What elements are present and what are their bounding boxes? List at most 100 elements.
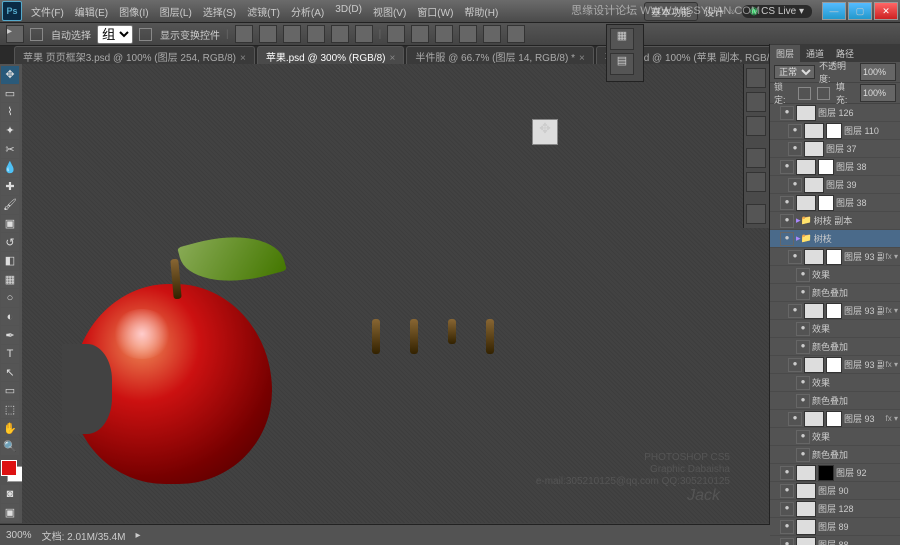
layer-row[interactable]: ●图层 88 bbox=[770, 536, 900, 545]
swatches-panel-icon[interactable] bbox=[746, 92, 766, 112]
visibility-icon[interactable]: ● bbox=[780, 106, 794, 120]
blend-mode-select[interactable]: 正常 bbox=[774, 65, 815, 79]
canvas-area[interactable]: ✥ PHOTOSHOP CS5 Graphic Dabaisha e-mail:… bbox=[22, 64, 770, 523]
floating-palette[interactable]: ▦ ▤ bbox=[606, 24, 644, 82]
fx-badge[interactable]: fx ▾ bbox=[886, 306, 898, 315]
menu-analysis[interactable]: 分析(A) bbox=[286, 2, 329, 21]
close-tab-icon[interactable]: × bbox=[240, 53, 246, 64]
layer-row[interactable]: ●图层 39 bbox=[770, 176, 900, 194]
close-tab-icon[interactable]: × bbox=[389, 53, 395, 64]
status-arrow-icon[interactable]: ▸ bbox=[136, 530, 141, 541]
layer-row[interactable]: ●颜色叠加 bbox=[770, 338, 900, 356]
align-icon[interactable] bbox=[307, 25, 325, 43]
close-tab-icon[interactable]: × bbox=[579, 53, 585, 64]
menu-select[interactable]: 选择(S) bbox=[198, 2, 241, 21]
align-icon[interactable] bbox=[331, 25, 349, 43]
menu-view[interactable]: 视图(V) bbox=[368, 2, 411, 21]
layer-row[interactable]: ●图层 93 副本fx ▾ bbox=[770, 356, 900, 374]
document-tab[interactable]: 苹果.psd @ 300% (RGB/8)× bbox=[257, 46, 404, 66]
layer-row[interactable]: ●图层 93 副本 3fx ▾ bbox=[770, 248, 900, 266]
visibility-icon[interactable]: ● bbox=[780, 232, 794, 246]
eyedropper-tool[interactable]: 💧 bbox=[1, 159, 19, 177]
visibility-icon[interactable]: ● bbox=[780, 466, 794, 480]
crop-tool[interactable]: ✂ bbox=[1, 140, 19, 158]
menu-layer[interactable]: 图层(L) bbox=[155, 2, 197, 21]
menu-file[interactable]: 文件(F) bbox=[26, 2, 69, 21]
stamp-tool[interactable]: ▣ bbox=[1, 215, 19, 233]
quickmask-tool[interactable]: ◙ bbox=[1, 485, 19, 503]
visibility-icon[interactable]: ● bbox=[780, 538, 794, 545]
layer-row[interactable]: ●效果 bbox=[770, 374, 900, 392]
visibility-icon[interactable]: ● bbox=[796, 268, 810, 282]
gradient-tool[interactable]: ▦ bbox=[1, 271, 19, 289]
visibility-icon[interactable]: ● bbox=[788, 304, 802, 318]
document-tab[interactable]: 苹果 页页框架3.psd @ 100% (图层 254, RGB/8)× bbox=[14, 46, 255, 66]
menu-image[interactable]: 图像(I) bbox=[114, 2, 153, 21]
history-panel-icon[interactable] bbox=[746, 204, 766, 224]
layer-row[interactable]: ●图层 37 bbox=[770, 140, 900, 158]
menu-edit[interactable]: 编辑(E) bbox=[70, 2, 113, 21]
layer-row[interactable]: ●图层 38 bbox=[770, 194, 900, 212]
zoom-tool[interactable]: 🔍 bbox=[1, 438, 19, 456]
palette-icon[interactable]: ▦ bbox=[610, 28, 634, 50]
visibility-icon[interactable]: ● bbox=[796, 286, 810, 300]
wand-tool[interactable]: ✦ bbox=[1, 122, 19, 140]
align-icon[interactable] bbox=[355, 25, 373, 43]
opacity-input[interactable] bbox=[860, 63, 896, 81]
masks-panel-icon[interactable] bbox=[746, 172, 766, 192]
layer-row[interactable]: ●▸📁树枝 副本 bbox=[770, 212, 900, 230]
dodge-tool[interactable]: ◐ bbox=[1, 308, 19, 326]
visibility-icon[interactable]: ● bbox=[796, 430, 810, 444]
zoom-level[interactable]: 300% bbox=[6, 530, 32, 541]
distribute-icon[interactable] bbox=[507, 25, 525, 43]
close-button[interactable]: ✕ bbox=[874, 2, 898, 20]
align-icon[interactable] bbox=[283, 25, 301, 43]
layer-row[interactable]: ●图层 93 副本 2fx ▾ bbox=[770, 302, 900, 320]
fx-badge[interactable]: fx ▾ bbox=[886, 252, 898, 261]
visibility-icon[interactable]: ● bbox=[780, 196, 794, 210]
blur-tool[interactable]: ○ bbox=[1, 289, 19, 307]
menu-filter[interactable]: 滤镜(T) bbox=[242, 2, 285, 21]
fill-input[interactable] bbox=[860, 84, 896, 102]
layer-row[interactable]: ●图层 38 bbox=[770, 158, 900, 176]
visibility-icon[interactable]: ● bbox=[788, 358, 802, 372]
menu-window[interactable]: 窗口(W) bbox=[412, 2, 458, 21]
layer-row[interactable]: ●图层 126 bbox=[770, 104, 900, 122]
visibility-icon[interactable]: ● bbox=[788, 178, 802, 192]
visibility-icon[interactable]: ● bbox=[796, 448, 810, 462]
fx-badge[interactable]: fx ▾ bbox=[886, 360, 898, 369]
mini-brush-panel[interactable]: ✥ bbox=[532, 119, 558, 145]
visibility-icon[interactable]: ● bbox=[796, 376, 810, 390]
styles-panel-icon[interactable] bbox=[746, 116, 766, 136]
distribute-icon[interactable] bbox=[483, 25, 501, 43]
menu-help[interactable]: 帮助(H) bbox=[459, 2, 503, 21]
distribute-icon[interactable] bbox=[459, 25, 477, 43]
visibility-icon[interactable]: ● bbox=[788, 250, 802, 264]
document-tab[interactable]: 半件服 @ 66.7% (图层 14, RGB/8) *× bbox=[406, 46, 593, 66]
color-panel-icon[interactable] bbox=[746, 68, 766, 88]
color-swatches[interactable] bbox=[1, 460, 21, 483]
visibility-icon[interactable]: ● bbox=[788, 124, 802, 138]
show-transform-checkbox[interactable] bbox=[139, 28, 152, 41]
fx-badge[interactable]: fx ▾ bbox=[886, 414, 898, 423]
history-brush-tool[interactable]: ↺ bbox=[1, 233, 19, 251]
auto-select-target[interactable]: 组 bbox=[97, 25, 133, 44]
layer-row[interactable]: ●图层 93fx ▾ bbox=[770, 410, 900, 428]
layer-row[interactable]: ●图层 110 bbox=[770, 122, 900, 140]
align-icon[interactable] bbox=[235, 25, 253, 43]
3d-tool[interactable]: ⬚ bbox=[1, 401, 19, 419]
tool-preset-icon[interactable]: ▸ bbox=[6, 25, 24, 43]
visibility-icon[interactable]: ● bbox=[788, 412, 802, 426]
distribute-icon[interactable] bbox=[435, 25, 453, 43]
auto-select-checkbox[interactable] bbox=[30, 28, 43, 41]
align-icon[interactable] bbox=[259, 25, 277, 43]
type-tool[interactable]: T bbox=[1, 345, 19, 363]
shape-tool[interactable]: ▭ bbox=[1, 382, 19, 400]
visibility-icon[interactable]: ● bbox=[796, 394, 810, 408]
marquee-tool[interactable]: ▭ bbox=[1, 85, 19, 103]
visibility-icon[interactable]: ● bbox=[788, 142, 802, 156]
heal-tool[interactable]: ✚ bbox=[1, 178, 19, 196]
adjustments-panel-icon[interactable] bbox=[746, 148, 766, 168]
hand-tool[interactable]: ✋ bbox=[1, 419, 19, 437]
layer-row[interactable]: ●颜色叠加 bbox=[770, 392, 900, 410]
